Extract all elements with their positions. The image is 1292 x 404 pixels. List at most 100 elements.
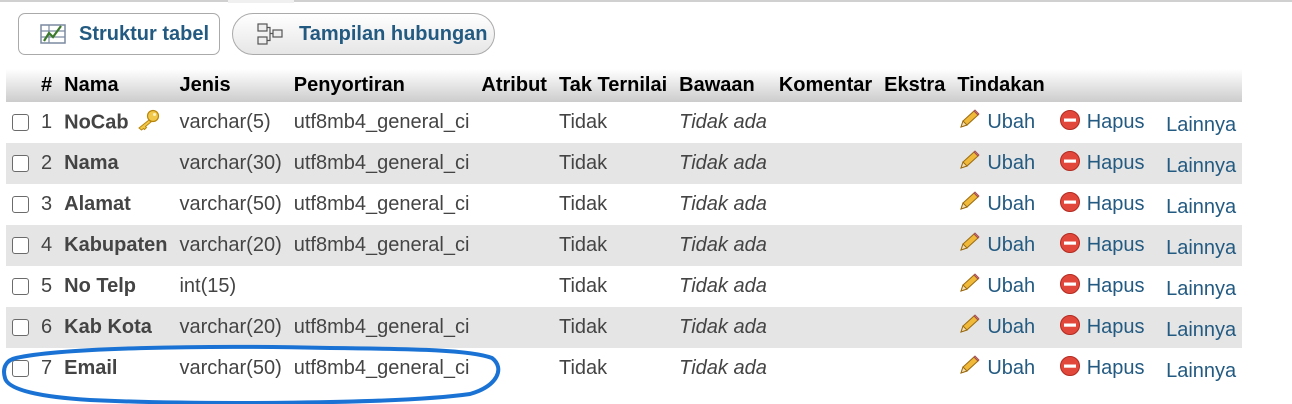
column-collation: utf8mb4_general_ci [287,348,476,389]
edit-link[interactable]: Ubah [957,354,1036,383]
row-checkbox[interactable] [12,196,29,213]
column-name: Email [64,357,118,379]
column-null: Tidak [552,184,674,225]
relation-view-icon [255,22,285,46]
row-checkbox[interactable] [12,278,29,295]
more-link[interactable]: Lainnya [1166,155,1236,177]
table-structure-icon [39,22,69,46]
column-default: Tidak ada [673,348,773,389]
edit-link[interactable]: Ubah [957,231,1035,260]
tab-label: Tampilan hubungan [299,22,488,45]
tab-table-structure[interactable]: Struktur tabel [18,13,220,55]
edit-label: Ubah [987,357,1036,379]
column-collation: utf8mb4_general_ci [287,307,476,348]
row-number: 3 [35,184,59,225]
column-comment [772,184,879,225]
edit-link[interactable]: Ubah [957,190,1036,219]
drop-icon [1059,314,1081,342]
edit-link[interactable]: Ubah [957,272,1035,301]
drop-icon [1059,355,1081,383]
column-name: Kab Kota [64,316,152,338]
drop-label: Hapus [1086,111,1145,133]
column-attributes [475,348,553,389]
row-checkbox[interactable] [12,237,29,254]
pencil-icon [957,354,981,383]
column-comment [772,307,879,348]
drop-icon [1059,273,1081,301]
header-collation: Penyortiran [287,69,476,102]
more-link[interactable]: Lainnya [1166,278,1236,300]
column-collation: utf8mb4_general_ci [287,143,476,184]
pencil-icon [957,272,981,301]
table-row: 4 Kabupaten varchar(20) utf8mb4_general_… [6,225,1243,266]
row-checkbox[interactable] [12,319,29,336]
drop-link[interactable]: Hapus [1059,191,1145,219]
column-attributes [475,225,553,266]
edit-link[interactable]: Ubah [957,313,1035,342]
column-null: Tidak [552,307,674,348]
column-attributes [475,266,553,307]
column-name: Alamat [64,193,131,215]
drop-label: Hapus [1086,316,1145,338]
header-checkbox-col [6,69,35,102]
more-link[interactable]: Lainnya [1166,360,1236,382]
column-attributes [475,307,553,348]
column-extra [878,102,952,143]
edit-label: Ubah [987,152,1036,174]
more-link[interactable]: Lainnya [1166,196,1236,218]
table-row: 3 Alamat varchar(50) utf8mb4_general_ci … [6,184,1243,225]
column-extra [878,266,952,307]
column-default: Tidak ada [673,225,773,266]
drop-icon [1059,232,1081,260]
column-name-cell: Nama [58,143,174,184]
column-name-cell: Kab Kota [58,307,174,348]
table-row: 1 NoCab varchar(5) utf8mb4_general_ci Ti… [6,102,1243,143]
header-extra: Ekstra [878,69,952,102]
more-link[interactable]: Lainnya [1166,319,1236,341]
pencil-icon [957,108,981,137]
column-attributes [475,143,553,184]
tab-relation-view[interactable]: Tampilan hubungan [232,13,495,55]
column-extra [878,348,952,389]
header-null: Tak Ternilai [552,69,674,102]
column-default: Tidak ada [673,307,773,348]
edit-link[interactable]: Ubah [957,149,1036,178]
table-header-row: # Nama Jenis Penyortiran Atribut Tak Ter… [6,69,1243,102]
drop-link[interactable]: Hapus [1059,355,1145,383]
column-comment [772,266,879,307]
table-row: 2 Nama varchar(30) utf8mb4_general_ci Ti… [6,143,1243,184]
column-type: varchar(50) [173,348,288,389]
drop-label: Hapus [1086,193,1145,215]
header-type: Jenis [173,69,288,102]
header-actions: Tindakan [951,69,1243,102]
row-number: 2 [35,143,59,184]
drop-link[interactable]: Hapus [1059,232,1145,260]
row-checkbox[interactable] [12,360,29,377]
pencil-icon [957,149,981,178]
pencil-icon [957,313,981,342]
drop-link[interactable]: Hapus [1059,150,1145,178]
column-null: Tidak [552,102,674,143]
more-link[interactable]: Lainnya [1166,114,1236,136]
row-number: 6 [35,307,59,348]
edit-link[interactable]: Ubah [957,108,1035,137]
row-checkbox-cell [6,184,35,225]
more-link[interactable]: Lainnya [1166,237,1236,259]
drop-link[interactable]: Hapus [1059,273,1145,301]
tab-label: Struktur tabel [79,22,210,45]
header-default: Bawaan [673,69,773,102]
column-collation: utf8mb4_general_ci [287,184,476,225]
header-comment: Komentar [772,69,879,102]
row-checkbox-cell [6,348,35,389]
column-name-cell: No Telp [58,266,174,307]
edit-label: Ubah [987,193,1036,215]
row-checkbox[interactable] [12,114,29,131]
column-extra [878,184,952,225]
row-checkbox[interactable] [12,155,29,172]
column-null: Tidak [552,266,674,307]
pencil-icon [957,190,981,219]
drop-link[interactable]: Hapus [1059,109,1145,137]
column-default: Tidak ada [673,102,773,143]
drop-link[interactable]: Hapus [1059,314,1145,342]
row-actions: Ubah Hapus Lainnya [951,307,1243,348]
